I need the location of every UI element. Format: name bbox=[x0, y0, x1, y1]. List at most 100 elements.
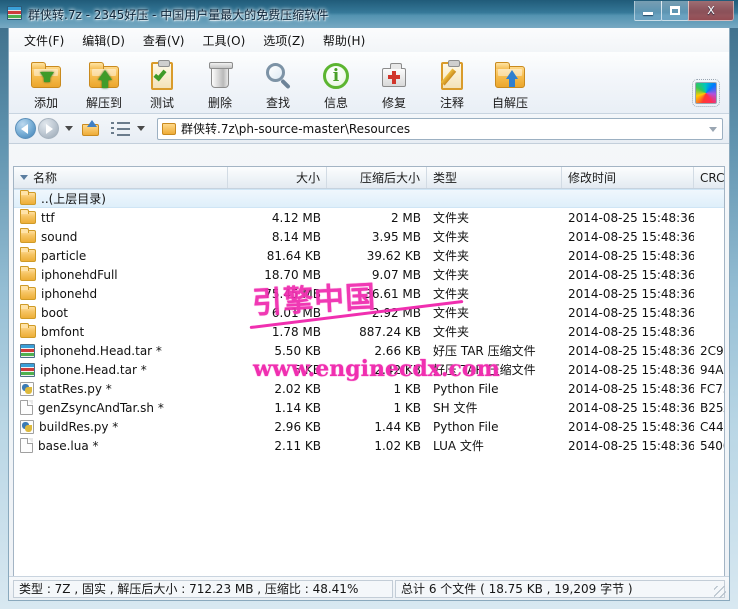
folder-extract-icon bbox=[88, 60, 120, 92]
toolbar-delete-button[interactable]: 删除 bbox=[191, 56, 249, 112]
cell-packed-size: 1 KB bbox=[393, 381, 421, 396]
table-row[interactable]: boot 6.01 MB 2.92 MB 文件夹 2014-08-25 15:48:36 bbox=[14, 303, 724, 322]
cell-type: LUA 文件 bbox=[433, 439, 484, 453]
cell-type: 文件夹 bbox=[433, 268, 470, 282]
cell-size: 2.02 KB bbox=[274, 381, 321, 396]
toolbar-comment-button[interactable]: 注释 bbox=[423, 56, 481, 112]
column-header-date[interactable]: 修改时间 bbox=[562, 167, 694, 188]
column-header-size[interactable]: 大小 bbox=[228, 167, 327, 188]
table-row[interactable]: iphonehdFull 18.70 MB 9.07 MB 文件夹 2014-08-25… bbox=[14, 265, 724, 284]
cell-crc32 bbox=[694, 303, 724, 322]
table-row[interactable]: bmfont 1.78 MB 887.24 KB 文件夹 2014-08-25 15:4… bbox=[14, 322, 724, 341]
cell-packed-size: 1.44 KB bbox=[374, 419, 421, 434]
title-bar[interactable]: 群侠转.7z - 2345好压 - 中国用户量最大的免费压缩软件 X bbox=[0, 0, 738, 28]
cell-type: 文件夹 bbox=[433, 325, 470, 339]
cell-packed-size: 2.66 KB bbox=[374, 343, 421, 358]
column-header-type[interactable]: 类型 bbox=[427, 167, 562, 188]
table-row[interactable]: ttf 4.12 MB 2 MB 文件夹 2014-08-25 15:48:36 bbox=[14, 208, 724, 227]
toolbar-extract-button[interactable]: 解压到 bbox=[75, 56, 133, 112]
color-gradient-icon[interactable] bbox=[692, 79, 720, 107]
menu-file[interactable]: 文件(F) bbox=[15, 29, 73, 52]
menu-edit[interactable]: 编辑(D) bbox=[73, 29, 134, 52]
minimize-button[interactable] bbox=[634, 1, 662, 21]
trash-icon bbox=[204, 60, 236, 92]
cell-packed-size: 36.61 MB bbox=[364, 286, 421, 301]
menu-help[interactable]: 帮助(H) bbox=[314, 29, 374, 52]
cell-date: 2014-08-25 15:48:36 bbox=[568, 343, 694, 358]
table-row[interactable]: statRes.py * 2.02 KB 1 KB Python File 2014-0… bbox=[14, 379, 724, 398]
close-button[interactable]: X bbox=[688, 1, 734, 21]
view-chevron-down-icon[interactable] bbox=[137, 126, 145, 131]
window-title: 群侠转.7z - 2345好压 - 中国用户量最大的免费压缩软件 bbox=[28, 7, 329, 22]
cell-date: 2014-08-25 15:48:36 bbox=[568, 419, 694, 434]
menu-view[interactable]: 查看(V) bbox=[134, 29, 194, 52]
toolbar-repair-button[interactable]: 修复 bbox=[365, 56, 423, 112]
cell-packed-size: 887.24 KB bbox=[359, 324, 421, 339]
cell-date bbox=[562, 189, 694, 208]
toolbar-add-button[interactable]: 添加 bbox=[17, 56, 75, 112]
cell-size: 5 KB bbox=[293, 362, 321, 377]
column-header-packed-size[interactable]: 压缩后大小 bbox=[327, 167, 427, 188]
folder-icon bbox=[20, 323, 36, 338]
first-aid-kit-icon bbox=[378, 60, 410, 92]
cell-size: 2.96 KB bbox=[274, 419, 321, 434]
toolbar-find-button[interactable]: 查找 bbox=[249, 56, 307, 112]
toolbar-test-button[interactable]: 测试 bbox=[133, 56, 191, 112]
view-list-icon[interactable] bbox=[111, 121, 131, 137]
cell-name-label: sound bbox=[41, 229, 78, 244]
menu-options[interactable]: 选项(Z) bbox=[254, 29, 314, 52]
maximize-button[interactable] bbox=[661, 1, 689, 21]
up-folder-button[interactable] bbox=[81, 119, 101, 139]
folder-icon bbox=[20, 266, 36, 281]
cell-name: statRes.py * bbox=[14, 379, 228, 398]
file-list[interactable]: 名称 大小 压缩后大小 类型 修改时间 CRC32 ..(上层目录) ttf 4.1… bbox=[13, 166, 725, 586]
app-archive-icon bbox=[7, 6, 23, 22]
table-row[interactable]: ..(上层目录) bbox=[14, 189, 724, 208]
cell-type: 文件夹 bbox=[433, 230, 470, 244]
address-bar[interactable]: 群侠转.7z\ph-source-master\Resources bbox=[157, 117, 723, 140]
cell-type: 文件夹 bbox=[433, 249, 470, 263]
cell-size: 2.11 KB bbox=[274, 438, 321, 453]
table-row[interactable]: iphone.Head.tar * 5 KB 2.42 KB 好压 TAR 压缩文件 2… bbox=[14, 360, 724, 379]
table-row[interactable]: base.lua * 2.11 KB 1.02 KB LUA 文件 2014-08-25… bbox=[14, 436, 724, 455]
resize-grip-icon[interactable] bbox=[714, 586, 726, 598]
cell-size: 18.70 MB bbox=[264, 267, 321, 282]
sort-ascending-icon bbox=[20, 175, 28, 180]
toolbar-repair-label: 修复 bbox=[381, 96, 406, 110]
cell-size: 1.14 KB bbox=[274, 400, 321, 415]
history-chevron-down-icon[interactable] bbox=[65, 126, 73, 131]
cell-name: buildRes.py * bbox=[14, 417, 228, 436]
toolbar-sfx-button[interactable]: 自解压 bbox=[481, 56, 539, 112]
toolbar-info-button[interactable]: i 信息 bbox=[307, 56, 365, 112]
back-button[interactable] bbox=[15, 118, 36, 139]
menu-bar: 文件(F) 编辑(D) 查看(V) 工具(O) 选项(Z) 帮助(H) bbox=[9, 28, 729, 52]
column-header-crc32[interactable]: CRC32 bbox=[694, 167, 724, 188]
cell-date: 2014-08-25 15:48:36 bbox=[568, 438, 694, 453]
cell-packed-size bbox=[327, 189, 427, 208]
table-row[interactable]: particle 81.64 KB 39.62 KB 文件夹 2014-08-25 15… bbox=[14, 246, 724, 265]
cell-crc32: C44DAF5E bbox=[700, 419, 724, 434]
forward-button[interactable] bbox=[38, 118, 59, 139]
cell-name: bmfont bbox=[14, 322, 228, 341]
menu-tools[interactable]: 工具(O) bbox=[193, 29, 254, 52]
close-icon: X bbox=[707, 4, 715, 17]
column-header-name[interactable]: 名称 bbox=[14, 167, 228, 188]
status-bar: 类型 : 7Z , 固实 , 解压后大小 : 712.23 MB , 压缩比 :… bbox=[9, 576, 729, 600]
cell-name-label: base.lua * bbox=[38, 438, 99, 453]
cell-name: iphonehdFull bbox=[14, 265, 228, 284]
address-path-text: 群侠转.7z\ph-source-master\Resources bbox=[181, 122, 411, 136]
table-row[interactable]: buildRes.py * 2.96 KB 1.44 KB Python File 20… bbox=[14, 417, 724, 436]
table-row[interactable]: genZsyncAndTar.sh * 1.14 KB 1 KB SH 文件 2014-… bbox=[14, 398, 724, 417]
cell-packed-size: 39.62 KB bbox=[366, 248, 421, 263]
folder-icon bbox=[20, 285, 36, 300]
cell-packed-size: 2.92 MB bbox=[371, 305, 421, 320]
table-row[interactable]: iphonehd.Head.tar * 5.50 KB 2.66 KB 好压 TAR … bbox=[14, 341, 724, 360]
address-chevron-down-icon[interactable] bbox=[709, 126, 717, 132]
navigation-bar: 群侠转.7z\ph-source-master\Resources bbox=[9, 114, 729, 144]
cell-name: iphonehd bbox=[14, 284, 228, 303]
cell-name-label: genZsyncAndTar.sh * bbox=[38, 400, 164, 415]
table-row[interactable]: sound 8.14 MB 3.95 MB 文件夹 2014-08-25 15:48:3… bbox=[14, 227, 724, 246]
cell-name-label: ttf bbox=[41, 210, 55, 225]
toolbar: 添加 解压到 测试 删除 查找 i 信息 修复 注释 自解压 bbox=[9, 52, 729, 114]
table-row[interactable]: iphonehd 75.45 MB 36.61 MB 文件夹 2014-08-25 15… bbox=[14, 284, 724, 303]
